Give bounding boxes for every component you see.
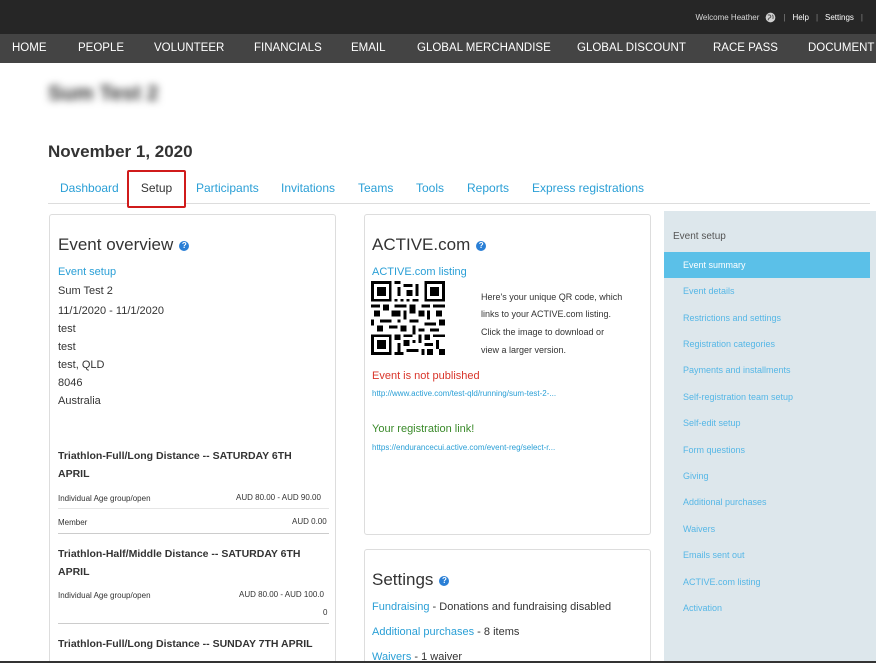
active-title-text: ACTIVE.com bbox=[372, 235, 471, 254]
sidebar-item-active-listing[interactable]: ACTIVE.com listing bbox=[664, 569, 870, 595]
price-value: AUD 0.00 bbox=[292, 517, 327, 526]
welcome-text: Welcome Heather bbox=[695, 12, 760, 22]
category-title: Triathlon-Full/Long Distance -- SUNDAY 7… bbox=[58, 638, 313, 650]
event-setup-link[interactable]: Event setup bbox=[58, 266, 116, 278]
overview-line: 11/1/2020 - 11/1/2020 bbox=[58, 305, 165, 317]
settings-row: Additional purchases - 8 items bbox=[372, 626, 519, 638]
qr-description: view a larger version. bbox=[481, 345, 567, 355]
tab-tools[interactable]: Tools bbox=[416, 181, 444, 195]
separator: | bbox=[783, 12, 786, 22]
sidebar-item-payments[interactable]: Payments and installments bbox=[664, 357, 870, 383]
overview-line: 8046 bbox=[58, 377, 83, 389]
overview-line: Sum Test 2 bbox=[58, 285, 113, 297]
help-link[interactable]: Help bbox=[792, 13, 808, 22]
event-tabs: Dashboard Setup Participants Invitations… bbox=[0, 170, 876, 208]
qr-code-image[interactable] bbox=[371, 281, 445, 355]
top-utility-links: Welcome Heather | Help | Settings | bbox=[696, 0, 870, 34]
qr-description: Click the image to download or bbox=[481, 327, 605, 337]
nav-document[interactable]: DOCUMENT bbox=[808, 34, 874, 63]
tab-invitations[interactable]: Invitations bbox=[281, 181, 335, 195]
category-title: APRIL bbox=[58, 468, 90, 480]
active-listing-link[interactable]: ACTIVE.com listing bbox=[372, 266, 467, 278]
nav-home[interactable]: HOME bbox=[12, 34, 47, 63]
registration-link-label: Your registration link! bbox=[372, 423, 475, 435]
nav-race-pass[interactable]: RACE PASS bbox=[713, 34, 778, 63]
fundraising-link[interactable]: Fundraising bbox=[372, 601, 429, 613]
nav-email[interactable]: EMAIL bbox=[351, 34, 386, 63]
event-overview-title: Event overview? bbox=[58, 235, 190, 255]
price-value: AUD 80.00 - AUD 100.0 bbox=[239, 590, 324, 599]
help-icon[interactable]: ? bbox=[476, 240, 487, 251]
divider bbox=[58, 533, 329, 534]
sidebar-item-event-details[interactable]: Event details bbox=[664, 278, 870, 304]
additional-purchases-link[interactable]: Additional purchases bbox=[372, 626, 474, 638]
tab-setup[interactable]: Setup bbox=[127, 170, 186, 208]
main-nav: HOME PEOPLE VOLUNTEER FINANCIALS EMAIL G… bbox=[0, 34, 876, 63]
event-url-link[interactable]: http://www.active.com/test-qld/running/s… bbox=[372, 389, 556, 398]
sidebar-item-emails[interactable]: Emails sent out bbox=[664, 542, 870, 568]
sidebar-item-waivers[interactable]: Waivers bbox=[664, 516, 870, 542]
price-value: AUD 80.00 - AUD 90.00 bbox=[236, 493, 321, 502]
top-utility-bar: Welcome Heather | Help | Settings | bbox=[0, 0, 876, 34]
price-label: Member bbox=[58, 518, 88, 527]
active-title: ACTIVE.com? bbox=[372, 235, 487, 255]
separator: | bbox=[860, 12, 863, 22]
divider bbox=[58, 508, 329, 509]
event-overview-title-text: Event overview bbox=[58, 235, 174, 254]
sidebar-item-team-setup[interactable]: Self-registration team setup bbox=[664, 384, 870, 410]
tab-express-registrations[interactable]: Express registrations bbox=[532, 181, 644, 195]
price-label: Individual Age group/open bbox=[58, 591, 151, 600]
qr-description: Here's your unique QR code, which bbox=[481, 292, 623, 302]
settings-link[interactable]: Settings bbox=[825, 13, 854, 22]
overview-line: test, QLD bbox=[58, 359, 105, 371]
sidebar-item-additional-purchases[interactable]: Additional purchases bbox=[664, 489, 870, 515]
tab-participants[interactable]: Participants bbox=[196, 181, 259, 195]
nav-financials[interactable]: FINANCIALS bbox=[254, 34, 322, 63]
help-icon[interactable]: ? bbox=[179, 240, 190, 251]
sidebar-item-activation[interactable]: Activation bbox=[664, 595, 870, 621]
settings-title-text: Settings bbox=[372, 570, 434, 589]
tab-reports[interactable]: Reports bbox=[467, 181, 509, 195]
sidebar-item-registration-categories[interactable]: Registration categories bbox=[664, 331, 870, 357]
tab-teams[interactable]: Teams bbox=[358, 181, 393, 195]
qr-description: links to your ACTIVE.com listing. bbox=[481, 309, 612, 319]
overview-line: test bbox=[58, 323, 76, 335]
registration-url-link[interactable]: https://endurancecui.active.com/event-re… bbox=[372, 443, 555, 452]
nav-volunteer[interactable]: VOLUNTEER bbox=[154, 34, 224, 63]
sidebar-item-event-summary[interactable]: Event summary bbox=[664, 252, 870, 278]
globe-icon[interactable] bbox=[765, 12, 776, 23]
settings-row-text: - Donations and fundraising disabled bbox=[429, 601, 612, 613]
not-published-status: Event is not published bbox=[372, 370, 480, 382]
sidebar-item-restrictions[interactable]: Restrictions and settings bbox=[664, 305, 870, 331]
sidebar-title: Event setup bbox=[673, 231, 726, 242]
category-title: Triathlon-Half/Middle Distance -- SATURD… bbox=[58, 548, 301, 560]
overview-line: test bbox=[58, 341, 76, 353]
settings-row: Fundraising - Donations and fundraising … bbox=[372, 601, 611, 613]
nav-people[interactable]: PEOPLE bbox=[78, 34, 124, 63]
category-title: APRIL bbox=[58, 566, 90, 578]
event-setup-sidebar: Event setup Event summary Event details … bbox=[664, 211, 876, 663]
sidebar-item-self-edit[interactable]: Self-edit setup bbox=[664, 410, 870, 436]
nav-global-discount[interactable]: GLOBAL DISCOUNT bbox=[577, 34, 686, 63]
overview-line: Australia bbox=[58, 395, 101, 407]
sidebar-item-form-questions[interactable]: Form questions bbox=[664, 437, 870, 463]
nav-global-merchandise[interactable]: GLOBAL MERCHANDISE bbox=[417, 34, 551, 63]
price-value-wrap: 0 bbox=[323, 608, 328, 617]
settings-title: Settings? bbox=[372, 570, 450, 590]
settings-row-text: - 8 items bbox=[474, 626, 520, 638]
event-date: November 1, 2020 bbox=[48, 142, 193, 161]
event-name-blurred: Sum Test 2 bbox=[48, 82, 159, 105]
separator: | bbox=[815, 12, 819, 22]
category-title: Triathlon-Full/Long Distance -- SATURDAY… bbox=[58, 450, 292, 462]
help-icon[interactable]: ? bbox=[439, 575, 450, 586]
sidebar-item-giving[interactable]: Giving bbox=[664, 463, 870, 489]
tab-dashboard[interactable]: Dashboard bbox=[60, 181, 119, 195]
divider bbox=[58, 623, 329, 624]
price-label: Individual Age group/open bbox=[58, 494, 151, 503]
